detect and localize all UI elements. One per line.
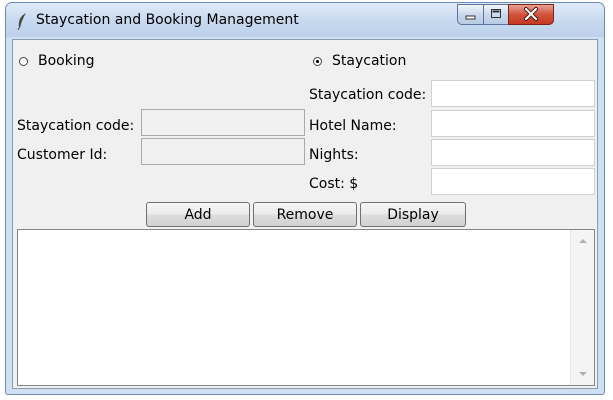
booking-staycation-code-label: Staycation code:	[17, 118, 135, 134]
customer-id-input[interactable]	[141, 138, 305, 165]
staycation-radio-label: Staycation	[332, 53, 407, 69]
client-area: Booking Staycation Staycation code: Cust…	[12, 39, 598, 389]
add-button[interactable]: Add	[146, 202, 250, 227]
nights-input[interactable]	[431, 139, 595, 166]
staycation-code-input[interactable]	[431, 80, 595, 107]
scroll-up-arrow-icon[interactable]	[579, 239, 587, 243]
booking-staycation-code-input[interactable]	[141, 109, 305, 136]
scroll-down-arrow-icon[interactable]	[579, 372, 587, 376]
staycation-radio-indicator	[313, 56, 322, 66]
nights-label: Nights:	[309, 147, 359, 163]
close-icon	[524, 7, 538, 21]
hotel-name-label: Hotel Name:	[309, 118, 397, 134]
remove-button[interactable]: Remove	[253, 202, 357, 227]
booking-radio-label: Booking	[38, 53, 95, 69]
staycation-radio[interactable]: Staycation	[313, 52, 406, 70]
booking-radio[interactable]: Booking	[19, 52, 95, 70]
window-title: Staycation and Booking Management	[36, 12, 299, 28]
close-button[interactable]	[508, 4, 554, 25]
maximize-button[interactable]	[483, 4, 509, 25]
minimize-icon	[465, 15, 476, 20]
hotel-name-input[interactable]	[431, 110, 595, 137]
minimize-button[interactable]	[457, 4, 484, 25]
cost-label: Cost: $	[309, 176, 359, 192]
cost-input[interactable]	[431, 168, 595, 195]
booking-radio-indicator	[19, 56, 28, 66]
vertical-scrollbar[interactable]	[570, 230, 594, 385]
app-window: Staycation and Booking Management Bookin…	[5, 2, 605, 395]
title-bar[interactable]: Staycation and Booking Management	[6, 3, 604, 37]
output-panel	[17, 229, 595, 386]
output-listbox[interactable]	[18, 230, 570, 385]
customer-id-label: Customer Id:	[17, 147, 108, 163]
maximize-icon	[491, 9, 501, 18]
display-button[interactable]: Display	[360, 202, 466, 227]
feather-icon	[17, 13, 26, 30]
staycation-code-label: Staycation code:	[309, 87, 427, 103]
